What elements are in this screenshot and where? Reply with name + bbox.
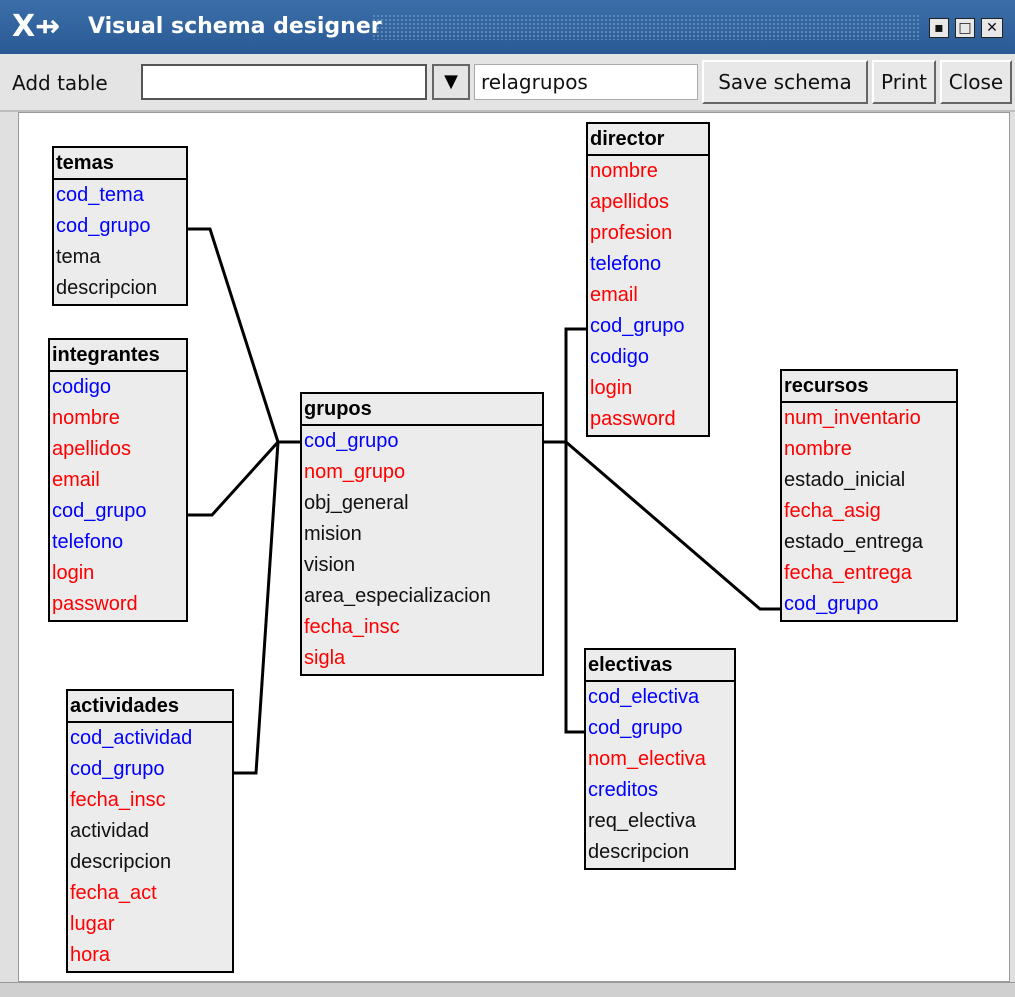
relation-name-field[interactable]: relagrupos [474,64,698,100]
close-button[interactable]: Close [940,60,1012,104]
title-bar-texture [372,14,920,40]
add-table-input[interactable] [141,64,427,100]
field-req-electiva[interactable]: req_electiva [586,806,734,837]
window-title: Visual schema designer [88,14,382,39]
field-password[interactable]: password [50,589,186,620]
field-sigla[interactable]: sigla [302,643,542,674]
table-title[interactable]: grupos [302,394,542,426]
table-title[interactable]: director [588,124,708,156]
field-estado-entrega[interactable]: estado_entrega [782,527,956,558]
field-area-especializacion[interactable]: area_especializacion [302,581,542,612]
app-logo-icon: X⇸ [12,9,61,44]
save-schema-button[interactable]: Save schema [702,60,868,104]
field-cod-grupo[interactable]: cod_grupo [68,754,232,785]
field-cod-grupo[interactable]: cod_grupo [54,211,186,242]
field-telefono[interactable]: telefono [50,527,186,558]
field-obj-general[interactable]: obj_general [302,488,542,519]
title-bar[interactable]: X⇸ Visual schema designer ▪ □ ✕ [0,0,1015,54]
field-codigo[interactable]: codigo [588,342,708,373]
field-fecha-asig[interactable]: fecha_asig [782,496,956,527]
table-title[interactable]: temas [54,148,186,180]
app-window: X⇸ Visual schema designer ▪ □ ✕ Add tabl… [0,0,1015,997]
table-director[interactable]: director nombre apellidos profesion telefono… [586,122,710,437]
table-integrantes[interactable]: integrantes codigo nombre apellidos email cod… [48,338,188,622]
print-button[interactable]: Print [872,60,936,104]
field-nom-electiva[interactable]: nom_electiva [586,744,734,775]
field-fecha-entrega[interactable]: fecha_entrega [782,558,956,589]
field-descripcion[interactable]: descripcion [68,847,232,878]
table-actividades[interactable]: actividades cod_actividad cod_grupo fecha_i… [66,689,234,973]
field-cod-grupo[interactable]: cod_grupo [50,496,186,527]
field-login[interactable]: login [50,558,186,589]
field-telefono[interactable]: telefono [588,249,708,280]
table-temas[interactable]: temas cod_tema cod_grupo tema descripcion [52,146,188,306]
field-login[interactable]: login [588,373,708,404]
table-title[interactable]: actividades [68,691,232,723]
field-apellidos[interactable]: apellidos [50,434,186,465]
field-cod-grupo[interactable]: cod_grupo [586,713,734,744]
add-table-label: Add table [12,71,108,95]
field-estado-inicial[interactable]: estado_inicial [782,465,956,496]
field-actividad[interactable]: actividad [68,816,232,847]
field-creditos[interactable]: creditos [586,775,734,806]
field-fecha-insc[interactable]: fecha_insc [68,785,232,816]
field-nombre[interactable]: nombre [50,403,186,434]
table-title[interactable]: electivas [586,650,734,682]
field-cod-electiva[interactable]: cod_electiva [586,682,734,713]
horizontal-scrollbar[interactable] [0,982,1015,997]
toolbar: Add table ▼ relagrupos Save schema Print… [0,54,1015,112]
field-email[interactable]: email [588,280,708,311]
field-fecha-insc[interactable]: fecha_insc [302,612,542,643]
field-profesion[interactable]: profesion [588,218,708,249]
table-title[interactable]: recursos [782,371,956,403]
field-apellidos[interactable]: apellidos [588,187,708,218]
field-hora[interactable]: hora [68,940,232,971]
field-nombre[interactable]: nombre [782,434,956,465]
field-codigo[interactable]: codigo [50,372,186,403]
dropdown-arrow-icon[interactable]: ▼ [432,64,470,100]
close-window-icon[interactable]: ✕ [981,18,1003,38]
field-num-inventario[interactable]: num_inventario [782,403,956,434]
field-password[interactable]: password [588,404,708,435]
field-cod-actividad[interactable]: cod_actividad [68,723,232,754]
minimize-icon[interactable]: ▪ [929,18,949,38]
table-title[interactable]: integrantes [50,340,186,372]
table-grupos[interactable]: grupos cod_grupo nom_grupo obj_general misio… [300,392,544,676]
field-descripcion[interactable]: descripcion [586,837,734,868]
field-tema[interactable]: tema [54,242,186,273]
field-cod-grupo[interactable]: cod_grupo [782,589,956,620]
field-vision[interactable]: vision [302,550,542,581]
field-nom-grupo[interactable]: nom_grupo [302,457,542,488]
field-descripcion[interactable]: descripcion [54,273,186,304]
field-cod-grupo[interactable]: cod_grupo [302,426,542,457]
maximize-icon[interactable]: □ [955,18,975,38]
field-cod-grupo[interactable]: cod_grupo [588,311,708,342]
table-recursos[interactable]: recursos num_inventario nombre estado_inici… [780,369,958,622]
table-electivas[interactable]: electivas cod_electiva cod_grupo nom_electi… [584,648,736,870]
field-cod-tema[interactable]: cod_tema [54,180,186,211]
field-mision[interactable]: mision [302,519,542,550]
field-email[interactable]: email [50,465,186,496]
field-nombre[interactable]: nombre [588,156,708,187]
field-lugar[interactable]: lugar [68,909,232,940]
field-fecha-act[interactable]: fecha_act [68,878,232,909]
